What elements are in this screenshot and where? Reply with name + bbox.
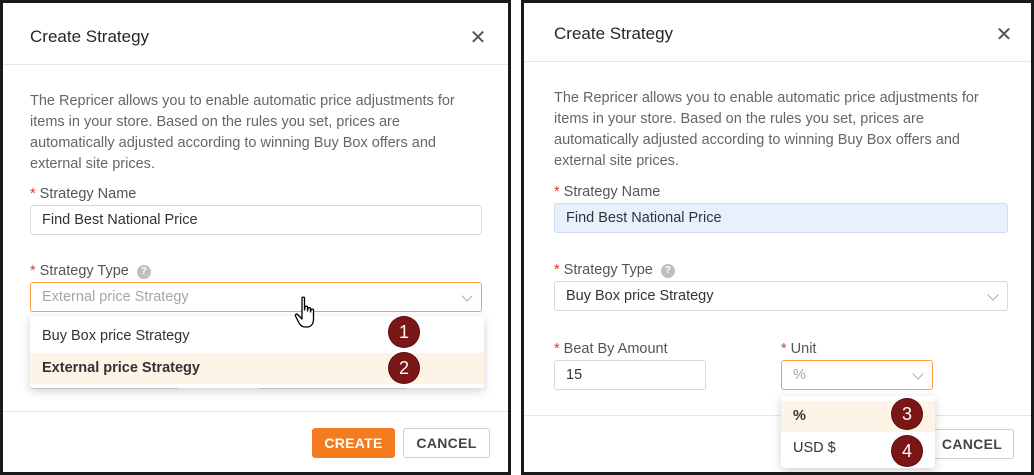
cancel-button[interactable]: CANCEL (930, 429, 1014, 459)
create-button[interactable]: CREATE (312, 428, 395, 458)
dialog-title: Create Strategy (30, 27, 150, 46)
beat-by-amount-label-text: Beat By Amount (563, 341, 668, 357)
dialog-title: Create Strategy (554, 24, 674, 43)
required-mark: * (554, 262, 560, 278)
strategy-name-label-text: Strategy Name (39, 186, 137, 202)
required-mark: * (554, 341, 560, 357)
step-badge-1: 1 (389, 317, 419, 347)
step-badge-4: 4 (892, 436, 922, 466)
strategy-name-label-text: Strategy Name (563, 184, 661, 200)
strategy-name-input[interactable]: Find Best National Price (554, 203, 1008, 233)
cancel-button[interactable]: CANCEL (403, 428, 490, 458)
dialog-footer: CANCEL (524, 415, 1031, 472)
chevron-down-icon (912, 368, 924, 380)
unit-select[interactable]: % (781, 360, 933, 390)
strategy-name-input[interactable]: Find Best National Price (30, 205, 482, 235)
unit-label-text: Unit (790, 341, 817, 357)
hand-pointer-icon (294, 296, 315, 328)
strategy-name-label: * Strategy Name (554, 184, 660, 200)
close-icon[interactable]: ✕ (468, 28, 488, 48)
dialog-header: Create Strategy ✕ (3, 3, 508, 65)
unit-placeholder: % (793, 367, 806, 383)
close-icon[interactable]: ✕ (994, 25, 1014, 45)
dialog-footer: CREATE CANCEL (3, 411, 508, 472)
strategy-type-label-text: Strategy Type (563, 262, 653, 278)
help-icon[interactable]: ? (660, 264, 675, 278)
dialog-description: The Repricer allows you to enable automa… (30, 93, 455, 172)
create-strategy-dialog-left: Create Strategy ✕ The Repricer allows yo… (0, 0, 511, 475)
strategy-type-label-text: Strategy Type (39, 263, 129, 279)
dialog-header: Create Strategy ✕ (524, 3, 1031, 62)
required-mark: * (554, 184, 560, 200)
beat-by-amount-label: * Beat By Amount (554, 341, 668, 357)
required-mark: * (30, 263, 36, 279)
strategy-type-label: * Strategy Type? (554, 262, 675, 278)
step-badge-2: 2 (389, 353, 419, 383)
strategy-type-placeholder: External price Strategy (42, 289, 189, 305)
chevron-down-icon (987, 289, 999, 301)
required-mark: * (781, 341, 787, 357)
step-badge-3: 3 (892, 399, 922, 429)
dialog-description: The Repricer allows you to enable automa… (554, 90, 979, 169)
strategy-type-select[interactable]: Buy Box price Strategy (554, 281, 1008, 311)
chevron-down-icon (461, 290, 473, 302)
create-strategy-dialog-right: Create Strategy ✕ The Repricer allows yo… (521, 0, 1034, 475)
strategy-type-value: Buy Box price Strategy (566, 288, 714, 304)
beat-by-amount-input[interactable]: 15 (554, 360, 706, 390)
strategy-type-select[interactable]: External price Strategy (30, 282, 482, 312)
unit-label: * Unit (781, 341, 816, 357)
strategy-name-label: * Strategy Name (30, 186, 136, 202)
strategy-type-label: * Strategy Type? (30, 263, 151, 279)
required-mark: * (30, 186, 36, 202)
help-icon[interactable]: ? (136, 265, 151, 279)
